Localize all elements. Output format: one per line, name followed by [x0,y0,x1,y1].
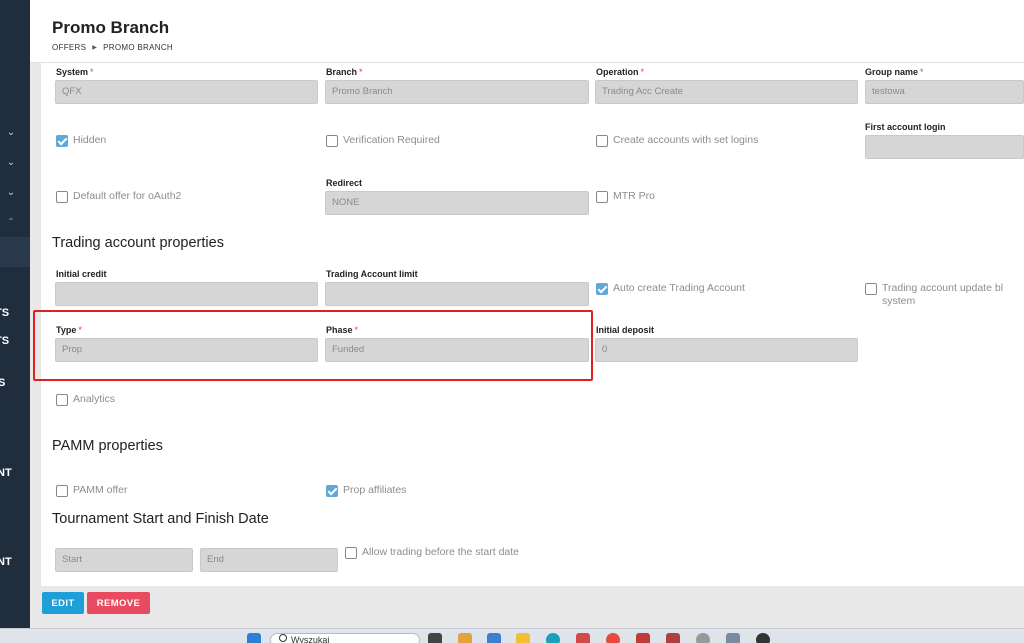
sidebar-item-label[interactable]: TS [0,334,30,348]
group-name-field[interactable]: testowa [865,80,1024,104]
trading-account-limit-field[interactable] [325,282,589,306]
taskbar-search-input[interactable]: Wyszukaj [270,633,420,643]
initial-credit-label: Initial credit [56,269,107,279]
app-icon[interactable] [666,633,680,643]
app-icon[interactable] [636,633,650,643]
redirect-label: Redirect [326,178,363,188]
allow-trading-before-start-checkbox[interactable]: Allow trading before the start date [345,546,519,559]
auto-create-trading-account-checkbox[interactable]: Auto create Trading Account [596,282,745,295]
breadcrumb-promo-branch: PROMO BRANCH [103,43,173,52]
sidebar-item-label[interactable]: TS [0,306,30,320]
branch-label: Branch * [326,67,363,77]
checkbox-icon[interactable] [56,191,68,203]
pamm-offer-checkbox[interactable]: PAMM offer [56,484,127,497]
chevron-down-icon[interactable]: ⌄ [4,156,18,170]
trading-account-limit-label: Trading Account limit [326,269,418,279]
analytics-checkbox[interactable]: Analytics [56,393,115,406]
redirect-select[interactable]: NONE [325,191,589,215]
system-field[interactable]: QFX [55,80,318,104]
checkbox-icon[interactable] [596,135,608,147]
initial-deposit-label: Initial deposit [596,325,655,335]
app-icon[interactable] [576,633,590,643]
mtr-pro-checkbox[interactable]: MTR Pro [596,190,655,203]
prop-affiliates-checkbox[interactable]: Prop affiliates [326,484,406,497]
branch-field[interactable]: Promo Branch [325,80,589,104]
sidebar-item-label[interactable]: NT [0,466,30,480]
sidebar-active-item[interactable] [0,237,30,267]
settings-icon[interactable] [726,633,740,643]
page-title: Promo Branch [52,18,170,37]
checkbox-icon[interactable] [596,191,608,203]
checkbox-icon[interactable] [56,394,68,406]
app-icon[interactable] [756,633,770,643]
system-label: System * [56,67,94,77]
default-offer-oauth2-checkbox[interactable]: Default offer for oAuth2 [56,190,181,203]
chevron-down-icon[interactable]: ⌄ [4,126,18,140]
operation-field[interactable]: Trading Acc Create [595,80,858,104]
pamm-section-title: PAMM properties [52,438,163,454]
app-icon[interactable] [487,633,501,643]
operation-label: Operation * [596,67,645,77]
chrome-icon[interactable] [606,633,620,643]
checkbox-checked-icon[interactable] [596,283,608,295]
app-icon[interactable] [458,633,472,643]
edge-icon[interactable] [546,633,560,643]
create-with-logins-checkbox[interactable]: Create accounts with set logins [596,134,758,147]
verification-required-checkbox[interactable]: Verification Required [326,134,440,147]
checkbox-icon[interactable] [345,547,357,559]
search-icon [279,634,287,642]
trading-section-title: Trading account properties [52,235,224,251]
initial-deposit-field[interactable]: 0 [595,338,858,362]
highlight-annotation [33,310,593,381]
checkbox-icon[interactable] [865,283,877,295]
first-account-login-field[interactable] [865,135,1024,159]
chevron-up-icon[interactable]: ⌃ [4,216,18,230]
breadcrumb-separator-icon: ▶ [92,45,98,51]
file-explorer-icon[interactable] [516,633,530,643]
first-account-login-label: First account login [865,122,946,132]
tournament-section-title: Tournament Start and Finish Date [52,511,269,527]
os-taskbar: Wyszukaj [0,628,1024,643]
app-icon[interactable] [696,633,710,643]
initial-credit-field[interactable] [55,282,318,306]
page-header: Promo Branch OFFERS ▶ PROMO BRANCH [30,0,1024,63]
checkbox-checked-icon[interactable] [326,485,338,497]
trading-account-update-block-checkbox[interactable]: Trading account update bl system [865,282,1024,308]
remove-button[interactable]: REMOVE [87,592,150,614]
sidebar: ⌄ ⌄ ⌄ ⌃ TS TS S NT NT [0,0,30,628]
sidebar-item-label[interactable]: S [0,376,30,390]
breadcrumb: OFFERS ▶ PROMO BRANCH [52,43,173,52]
tournament-end-input[interactable]: End [200,548,338,572]
windows-start-icon[interactable] [247,633,261,643]
breadcrumb-offers[interactable]: OFFERS [52,43,86,52]
group-name-label: Group name * [865,67,924,77]
checkbox-icon[interactable] [326,135,338,147]
task-view-icon[interactable] [428,633,442,643]
checkbox-checked-icon[interactable] [56,135,68,147]
tournament-start-input[interactable]: Start [55,548,193,572]
chevron-down-icon[interactable]: ⌄ [4,186,18,200]
checkbox-icon[interactable] [56,485,68,497]
hidden-checkbox[interactable]: Hidden [56,134,106,147]
sidebar-item-label[interactable]: NT [0,555,30,569]
edit-button[interactable]: EDIT [42,592,84,614]
